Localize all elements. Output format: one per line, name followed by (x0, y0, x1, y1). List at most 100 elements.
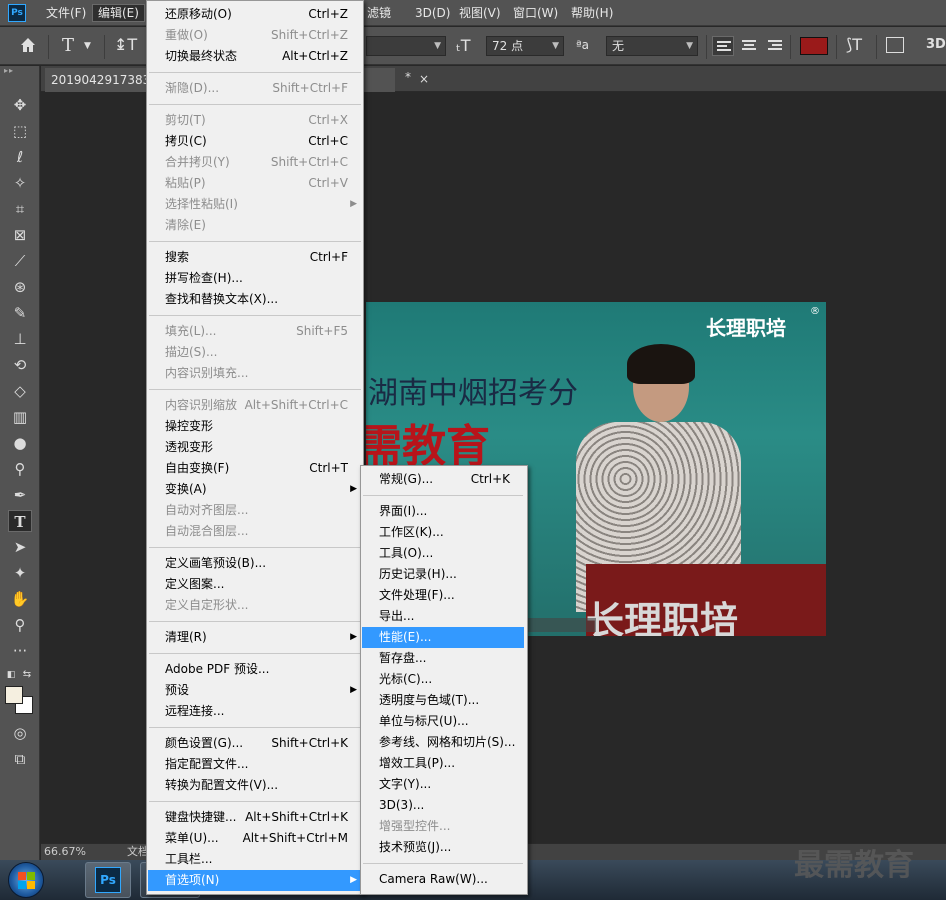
path-select-icon[interactable]: ➤ (8, 536, 32, 558)
blur-icon[interactable]: ● (8, 432, 32, 454)
menu-separator (149, 547, 361, 548)
home-icon[interactable] (18, 35, 38, 55)
history-brush-icon[interactable]: ⟲ (8, 354, 32, 376)
lasso-icon[interactable]: ℓ (8, 146, 32, 168)
menu-item-定义画笔预设[interactable]: 定义画笔预设(B)... (148, 553, 362, 574)
menu-view[interactable]: 视图(V) (454, 4, 506, 22)
dodge-icon[interactable]: ⚲ (8, 458, 32, 480)
menu-item-转换为配置文件[interactable]: 转换为配置文件(V)... (148, 775, 362, 796)
windows-start-icon[interactable] (8, 862, 44, 898)
text-orientation-icon[interactable]: ↨T (114, 35, 137, 54)
eyedropper-icon[interactable]: ⟋ (8, 250, 32, 272)
font-size-select[interactable]: 72 点 ▼ (486, 36, 564, 56)
menu-item-预设[interactable]: 预设 ▶ (148, 680, 362, 701)
menu-file[interactable]: 文件(F) (41, 4, 91, 22)
hand-icon[interactable]: ✋ (8, 588, 32, 610)
menu-3d[interactable]: 3D(D) (410, 4, 455, 22)
menu-item-透视变形[interactable]: 透视变形 (148, 437, 362, 458)
close-icon[interactable]: × (419, 72, 429, 86)
menu-item-颜色设置[interactable]: 颜色设置(G)... Shift+Ctrl+K (148, 733, 362, 754)
menu-item-camera-raw[interactable]: Camera Raw(W)... (362, 869, 524, 890)
menu-item-菜单[interactable]: 菜单(U)... Alt+Shift+Ctrl+M (148, 828, 362, 849)
menu-item-切换最终状态[interactable]: 切换最终状态 Alt+Ctrl+Z (148, 46, 362, 67)
menu-item-定义图案[interactable]: 定义图案... (148, 574, 362, 595)
menu-item-键盘快捷键[interactable]: 键盘快捷键... Alt+Shift+Ctrl+K (148, 807, 362, 828)
quick-mask-icon[interactable]: ◎ (8, 722, 32, 744)
foreground-color-swatch[interactable] (5, 686, 23, 704)
menu-help[interactable]: 帮助(H) (566, 4, 618, 22)
menu-item-首选项[interactable]: 首选项(N) ▶ (148, 870, 362, 891)
menu-item-增效工具[interactable]: 增效工具(P)... (362, 753, 524, 774)
antialias-select[interactable]: 无 ▼ (606, 36, 698, 56)
menu-item-清理[interactable]: 清理(R) ▶ (148, 627, 362, 648)
pen-icon[interactable]: ✒ (8, 484, 32, 506)
menu-item-label: 自动混合图层... (165, 524, 249, 538)
menu-item-还原移动[interactable]: 还原移动(O) Ctrl+Z (148, 4, 362, 25)
shape-icon[interactable]: ✦ (8, 562, 32, 584)
menu-item-变换[interactable]: 变换(A) ▶ (148, 479, 362, 500)
menu-item-界面[interactable]: 界面(I)... (362, 501, 524, 522)
menu-item-工具栏[interactable]: 工具栏... (148, 849, 362, 870)
menu-item-参考线、网格和切片[interactable]: 参考线、网格和切片(S)... (362, 732, 524, 753)
brush-icon[interactable]: ✎ (8, 302, 32, 324)
menu-window[interactable]: 窗口(W) (508, 4, 563, 22)
marquee-icon[interactable]: ⬚ (8, 120, 32, 142)
menu-item-shortcut: Ctrl+Z (308, 7, 348, 21)
menu-item-历史记录[interactable]: 历史记录(H)... (362, 564, 524, 585)
more-icon[interactable]: ··· (8, 640, 32, 662)
magic-wand-icon[interactable]: ✧ (8, 172, 32, 194)
align-left-button[interactable] (712, 36, 734, 56)
menu-item-文件处理[interactable]: 文件处理(F)... (362, 585, 524, 606)
chevron-down-icon[interactable]: ▼ (84, 41, 91, 51)
eraser-icon[interactable]: ◇ (8, 380, 32, 402)
menu-item-拼写检查[interactable]: 拼写检查(H)... (148, 268, 362, 289)
align-right-button[interactable] (764, 36, 786, 56)
swap-colors-icon[interactable]: ⇆ (20, 664, 34, 686)
menu-item-透明度与色域[interactable]: 透明度与色域(T)... (362, 690, 524, 711)
menu-item-adobe-pdf-预设[interactable]: Adobe PDF 预设... (148, 659, 362, 680)
screen-mode-icon[interactable]: ⧉ (8, 748, 32, 770)
stamp-icon[interactable]: ⊥ (8, 328, 32, 350)
menu-item-工作区[interactable]: 工作区(K)... (362, 522, 524, 543)
3d-mode-button[interactable]: 3D (926, 37, 946, 52)
menu-item-label: 颜色设置(G)... (165, 736, 244, 750)
menu-filter[interactable]: 滤镜(T) (362, 4, 402, 22)
menu-item-单位与标尺[interactable]: 单位与标尺(U)... (362, 711, 524, 732)
align-center-button[interactable] (738, 36, 760, 56)
zoom-icon[interactable]: ⚲ (8, 614, 32, 636)
menu-item-拷贝[interactable]: 拷贝(C) Ctrl+C (148, 131, 362, 152)
menu-item-3d[interactable]: 3D(3)... (362, 795, 524, 816)
menu-item-搜索[interactable]: 搜索 Ctrl+F (148, 247, 362, 268)
taskbar-photoshop-button[interactable]: Ps (85, 862, 131, 898)
menu-item-远程连接[interactable]: 远程连接... (148, 701, 362, 722)
preferences-submenu: 常规(G)... Ctrl+K 界面(I)... 工作区(K)... 工具(O)... 历… (360, 465, 528, 895)
menu-item-常规[interactable]: 常规(G)... Ctrl+K (362, 469, 524, 490)
text-color-swatch[interactable] (800, 37, 828, 55)
default-colors-icon[interactable]: ◧ (4, 664, 18, 686)
crop-icon[interactable]: ⌗ (8, 198, 32, 220)
panels-icon[interactable] (886, 37, 904, 53)
menu-item-自由变换[interactable]: 自由变换(F) Ctrl+T (148, 458, 362, 479)
move-icon[interactable]: ✥ (8, 94, 32, 116)
zoom-level[interactable]: 66.67% (44, 844, 86, 860)
type-icon[interactable]: T (8, 510, 32, 532)
menu-item-指定配置文件[interactable]: 指定配置文件... (148, 754, 362, 775)
menu-item-性能[interactable]: 性能(E)... (362, 627, 524, 648)
menu-item-工具[interactable]: 工具(O)... (362, 543, 524, 564)
menu-item-操控变形[interactable]: 操控变形 (148, 416, 362, 437)
menu-item-暂存盘[interactable]: 暂存盘... (362, 648, 524, 669)
registered-mark: ® (810, 306, 820, 317)
menu-item-查找和替换文本[interactable]: 查找和替换文本(X)... (148, 289, 362, 310)
frame-icon[interactable]: ⊠ (8, 224, 32, 246)
healing-icon[interactable]: ⊛ (8, 276, 32, 298)
panel-grip-icon[interactable]: ▸▸ (4, 66, 14, 75)
menu-item-导出[interactable]: 导出... (362, 606, 524, 627)
gradient-icon[interactable]: ▥ (8, 406, 32, 428)
menu-edit[interactable]: 编辑(E) (92, 4, 145, 22)
menu-item-光标[interactable]: 光标(C)... (362, 669, 524, 690)
menu-item-文字[interactable]: 文字(Y)... (362, 774, 524, 795)
warp-text-icon[interactable]: ⟆T (846, 35, 862, 54)
font-style-select[interactable]: ▼ (366, 36, 446, 56)
menu-item-技术预览[interactable]: 技术预览(J)... (362, 837, 524, 858)
text-tool-icon[interactable]: T (62, 35, 74, 56)
